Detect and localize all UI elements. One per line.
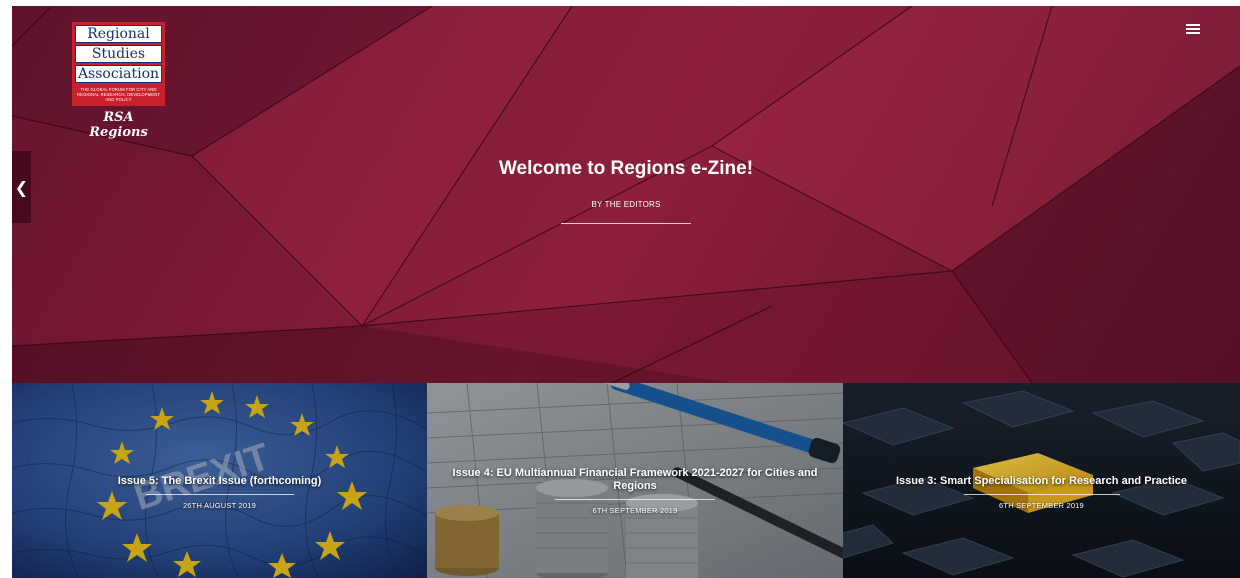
issue-date: 6TH SEPTEMBER 2019 [999, 501, 1084, 510]
issue-date: 26TH AUGUST 2019 [182, 501, 257, 510]
issue-cards: BREXIT Issue 5: The Brexit Issue (forthc… [12, 383, 1240, 578]
hamburger-menu-icon[interactable] [1186, 24, 1200, 36]
hero-title[interactable]: Welcome to Regions e-Zine! [12, 158, 1240, 180]
logo-box: Regional Studies Association THE GLOBAL … [72, 22, 165, 106]
rsa-logo[interactable]: Regional Studies Association THE GLOBAL … [72, 22, 165, 140]
issue-card-brexit[interactable]: BREXIT Issue 5: The Brexit Issue (forthc… [12, 383, 427, 578]
hero-divider [561, 223, 691, 224]
issue-card-brexit-caption: Issue 5: The Brexit Issue (forthcoming) … [12, 475, 427, 510]
issue-card-financial-caption: Issue 4: EU Multiannual Financial Framew… [427, 467, 843, 515]
issue-title[interactable]: Issue 3: Smart Specialisation for Resear… [843, 475, 1240, 488]
issue-divider [555, 499, 715, 500]
logo-line-regional: Regional [75, 25, 162, 43]
hero-banner[interactable]: Regional Studies Association THE GLOBAL … [12, 6, 1240, 383]
issue-title[interactable]: Issue 5: The Brexit Issue (forthcoming) [12, 475, 427, 488]
hero-caption: Welcome to Regions e-Zine! BY THE EDITOR… [12, 158, 1240, 224]
page: Regional Studies Association THE GLOBAL … [12, 6, 1240, 578]
logo-subtitle: RSA Regions [89, 110, 148, 140]
logo-line-studies: Studies [75, 45, 162, 63]
issue-card-smart-specialisation[interactable]: Issue 3: Smart Specialisation for Resear… [843, 383, 1240, 578]
issue-divider [145, 494, 294, 495]
logo-line-association: Association [75, 65, 162, 83]
issue-divider [963, 494, 1120, 495]
issue-card-financial[interactable]: Issue 4: EU Multiannual Financial Framew… [427, 383, 843, 578]
hero-author: BY THE EDITORS [591, 200, 661, 209]
issue-date: 6TH SEPTEMBER 2019 [592, 506, 678, 515]
issue-card-smart-caption: Issue 3: Smart Specialisation for Resear… [843, 475, 1240, 510]
issue-title[interactable]: Issue 4: EU Multiannual Financial Framew… [427, 467, 843, 493]
logo-tagline: THE GLOBAL FORUM FOR CITY AND REGIONAL R… [77, 87, 160, 102]
